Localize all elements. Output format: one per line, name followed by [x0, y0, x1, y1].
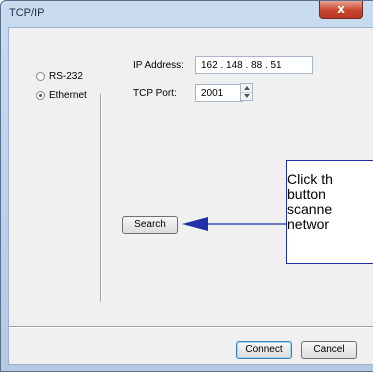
- arrow-head-icon: [182, 217, 208, 231]
- callout-text: Click th button scanne networ: [287, 171, 333, 232]
- callout-box: Click th button scanne networ: [286, 160, 373, 264]
